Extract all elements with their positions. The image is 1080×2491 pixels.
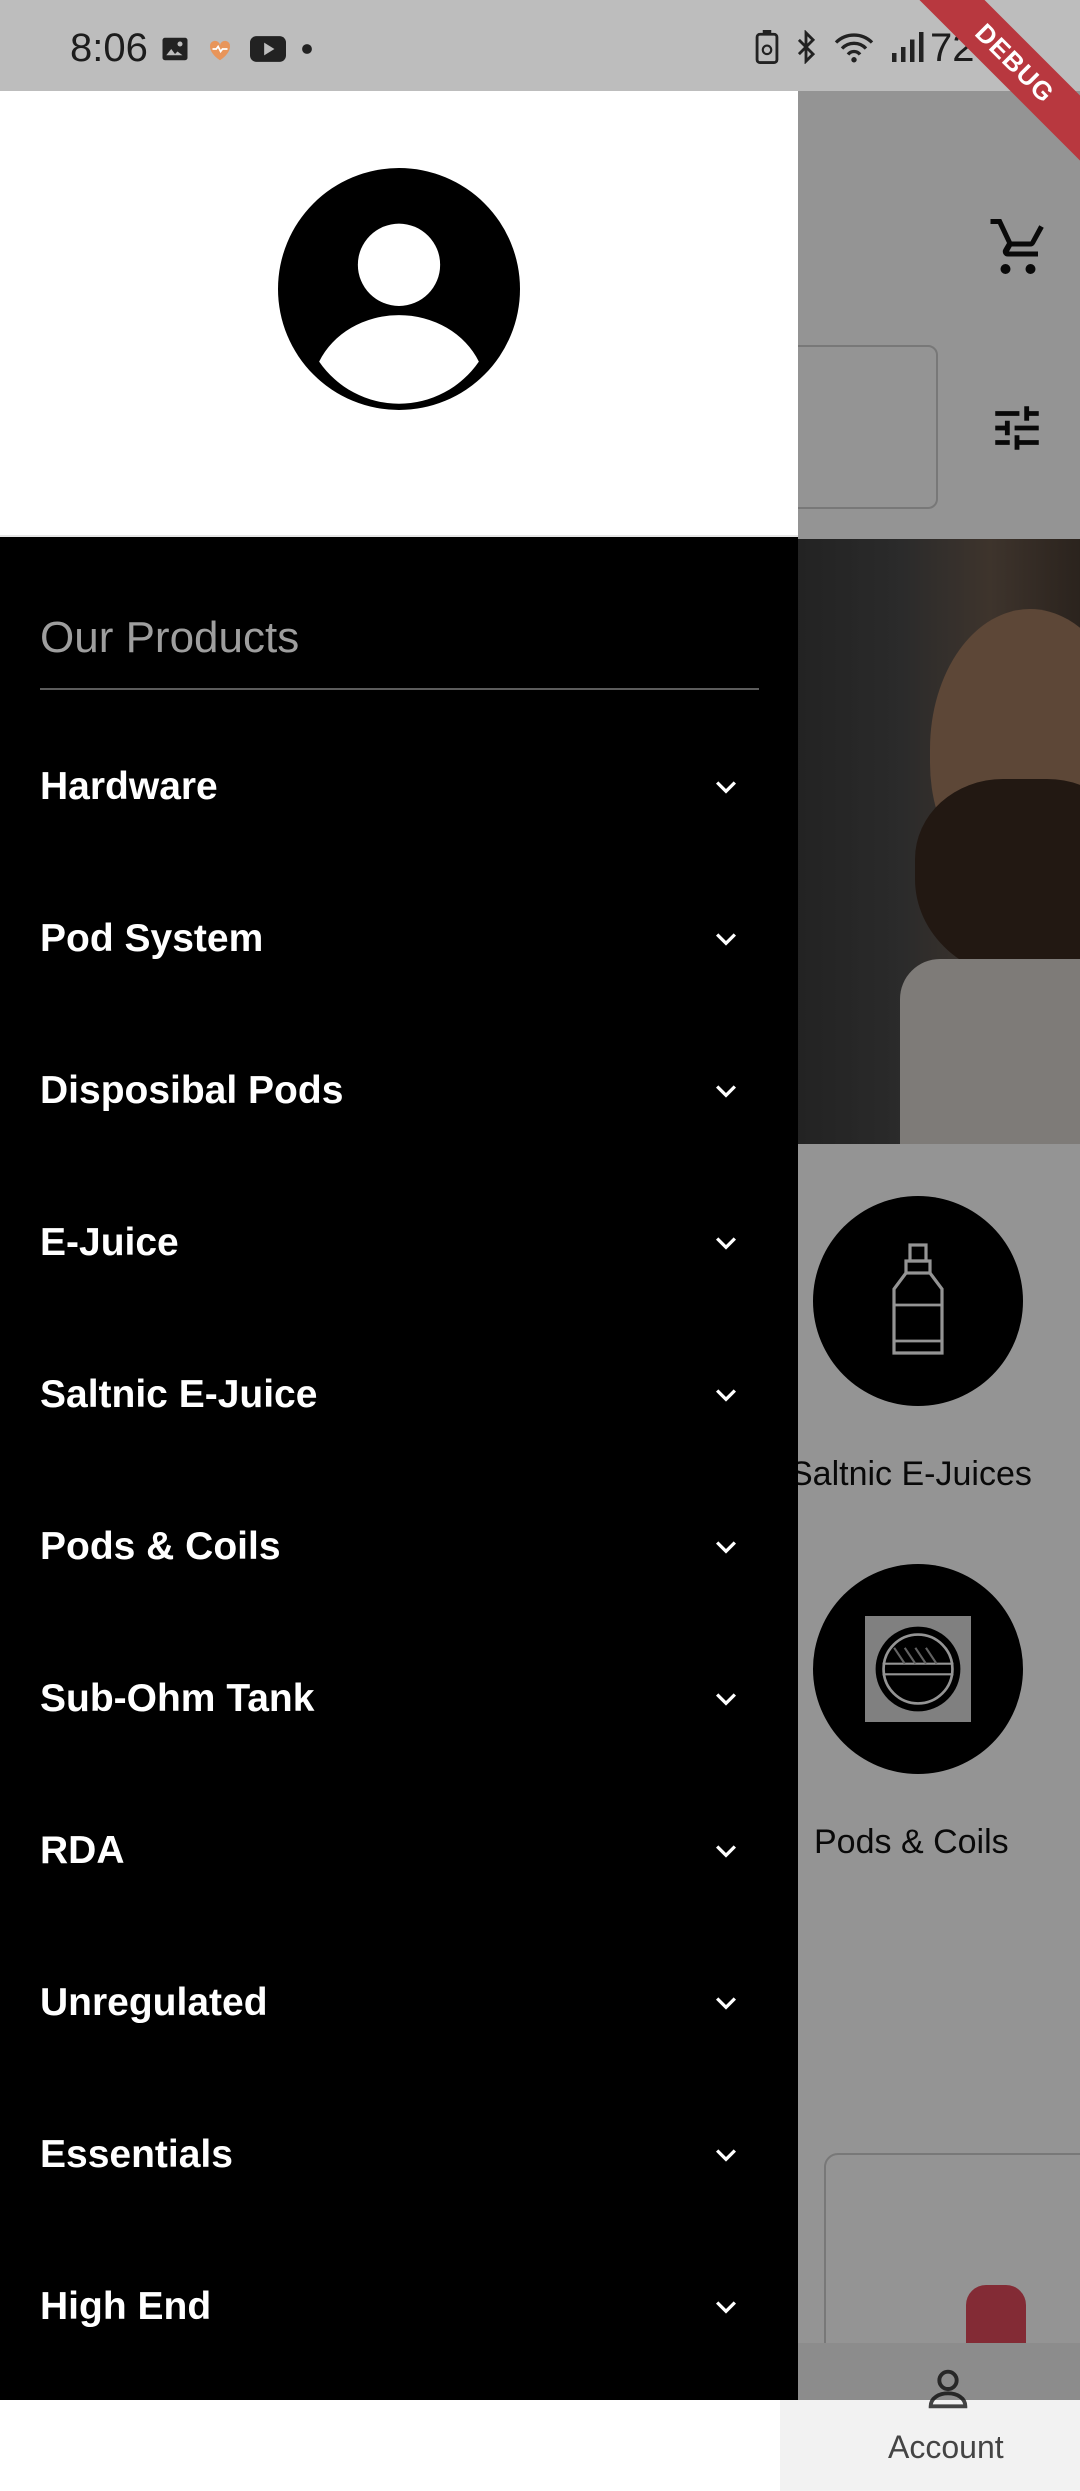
chevron-down-icon[interactable] (706, 1223, 746, 1263)
chevron-down-icon[interactable] (706, 1679, 746, 1719)
section-divider (40, 688, 759, 690)
menu-item-e-juice[interactable]: E-Juice (0, 1167, 798, 1319)
menu-item-label: RDA (40, 1829, 125, 1872)
chevron-down-icon[interactable] (706, 1983, 746, 2023)
status-time: 8:06 (70, 26, 148, 70)
menu-item-label: Saltnic E-Juice (40, 1373, 318, 1416)
menu-item-hardware[interactable]: Hardware (0, 711, 798, 863)
chevron-down-icon[interactable] (706, 2287, 746, 2327)
avatar[interactable] (278, 168, 520, 410)
menu-item-disposibal-pods[interactable]: Disposibal Pods (0, 1015, 798, 1167)
battery-saver-icon (755, 30, 779, 64)
menu-item-high-end[interactable]: High End (0, 2231, 798, 2383)
chevron-down-icon[interactable] (706, 767, 746, 807)
menu-item-pods-coils[interactable]: Pods & Coils (0, 1471, 798, 1623)
menu-item-label: Disposibal Pods (40, 1069, 344, 1112)
bluetooth-icon (797, 30, 816, 64)
chevron-down-icon[interactable] (706, 2135, 746, 2175)
wifi-icon (834, 33, 874, 63)
menu-item-saltnic-e-juice[interactable]: Saltnic E-Juice (0, 1319, 798, 1471)
menu-item-rda[interactable]: RDA (0, 1775, 798, 1927)
notification-icons (160, 34, 314, 64)
navigation-drawer: Our Products Hardware Pod System Disposi… (0, 91, 798, 2400)
menu-item-pod-system[interactable]: Pod System (0, 863, 798, 1015)
menu-item-unregulated[interactable]: Unregulated (0, 1927, 798, 2079)
health-icon (209, 40, 231, 61)
signal-icon (892, 32, 924, 62)
menu-item-label: Pods & Coils (40, 1525, 281, 1568)
menu-item-label: Essentials (40, 2133, 233, 2176)
menu-item-label: High End (40, 2285, 212, 2328)
menu-item-label: Sub-Ohm Tank (40, 1677, 315, 1720)
menu-item-label: Pod System (40, 917, 264, 960)
chevron-down-icon[interactable] (706, 1527, 746, 1567)
chevron-down-icon[interactable] (706, 1071, 746, 1111)
menu-item-label: Unregulated (40, 1981, 268, 2024)
chevron-down-icon[interactable] (706, 1375, 746, 1415)
chevron-down-icon[interactable] (706, 1831, 746, 1871)
menu-item-sub-ohm-tank[interactable]: Sub-Ohm Tank (0, 1623, 798, 1775)
system-icons (755, 30, 925, 64)
chevron-down-icon[interactable] (706, 919, 746, 959)
gallery-icon (162, 37, 188, 61)
youtube-icon (250, 36, 286, 62)
section-title: Our Products (40, 613, 300, 662)
menu-item-label: E-Juice (40, 1221, 179, 1264)
menu-item-label: Hardware (40, 765, 218, 808)
dot-icon (302, 44, 312, 54)
drawer-header (0, 91, 798, 537)
status-bar: 8:06 72% (0, 0, 1080, 91)
nav-account-label[interactable]: Account (888, 2429, 1004, 2466)
menu-item-essentials[interactable]: Essentials (0, 2079, 798, 2231)
